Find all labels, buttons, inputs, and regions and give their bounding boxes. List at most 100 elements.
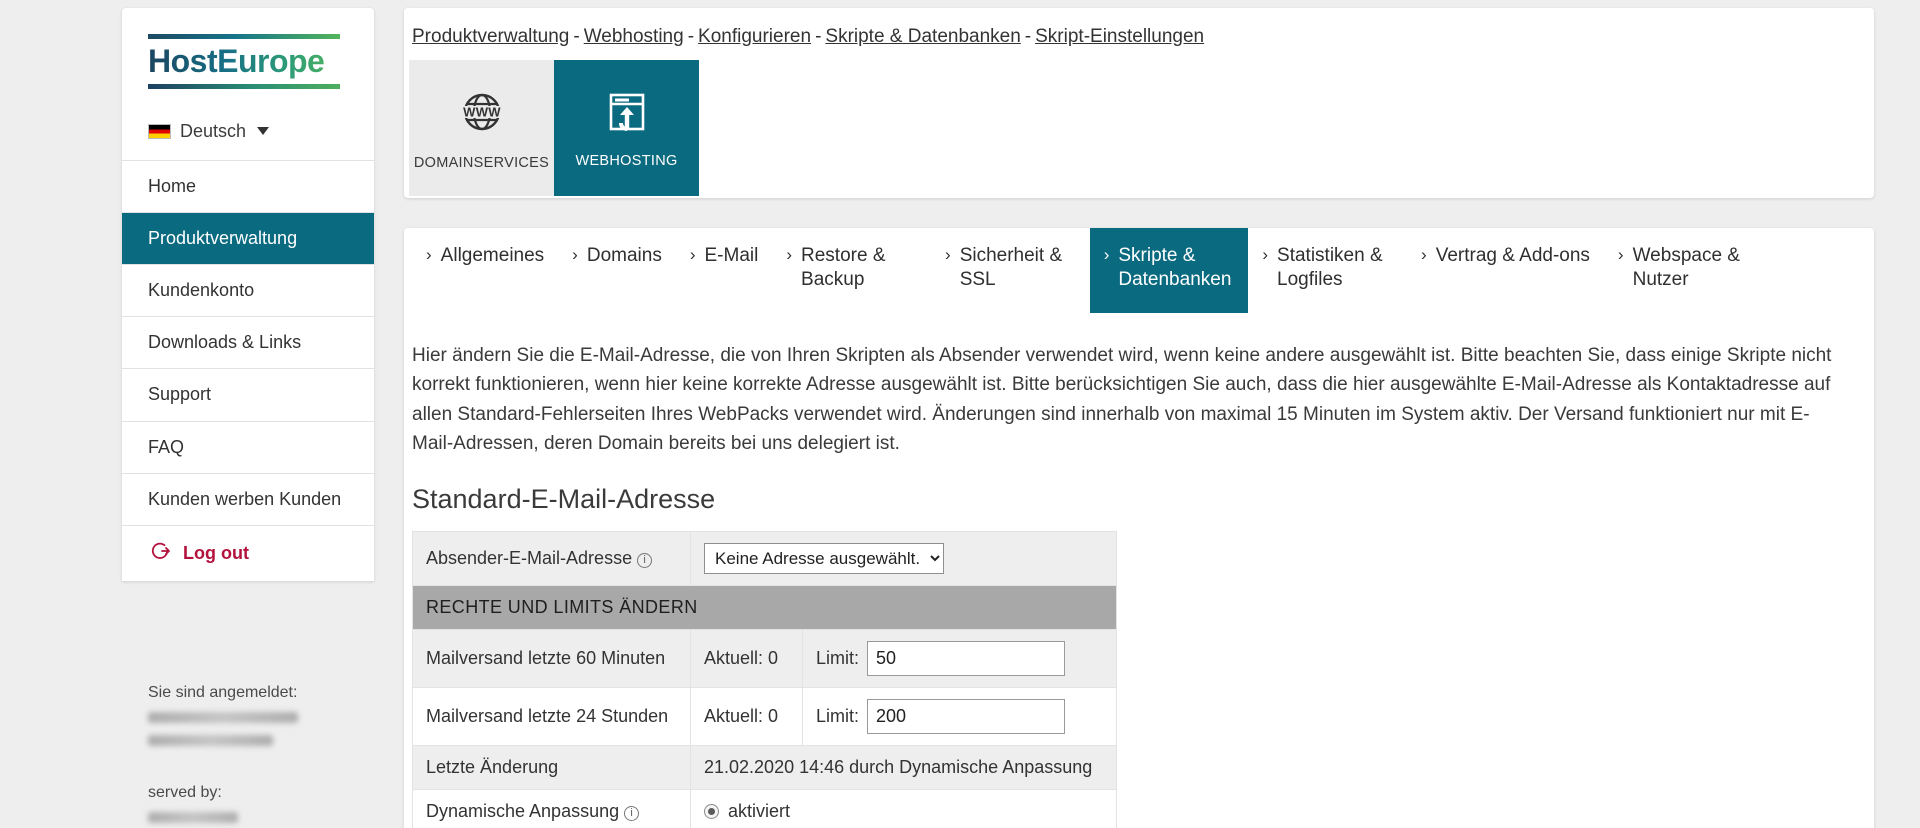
sidebar-footer: Sie sind angemeldet: served by: [122,650,374,828]
sender-address-value-cell: Keine Adresse ausgewählt... [690,531,1117,587]
logout-label: Log out [183,542,249,563]
page-title: Standard-E-Mail-Adresse [412,484,716,515]
language-label: Deutsch [180,120,247,141]
breadcrumb-item-skripte-datenbanken[interactable]: Skripte & Datenbanken [825,26,1020,47]
sidebar-item-produktverwaltung[interactable]: Produktverwaltung [122,211,374,265]
breadcrumb-item-webhosting[interactable]: Webhosting [584,26,684,47]
subtab-allgemeines[interactable]: › Allgemeines [412,228,558,304]
subtab-restore-backup-label: Restore & Backup [801,245,886,291]
chevron-right-icon: › [689,245,696,264]
chevron-right-icon: › [572,245,578,264]
app-root: HostEurope Deutsch Home Produktverwaltun… [0,0,1920,828]
sidebar-item-home[interactable]: Home [122,159,374,212]
chevron-right-icon: › [945,245,951,264]
table-band-header: RECHTE UND LIMITS ÄNDERN [412,585,1117,631]
sidebar-item-faq[interactable]: FAQ [122,420,374,473]
logout-button[interactable]: Log out [122,524,374,581]
subtab-email[interactable]: › E-Mail [676,228,773,304]
redacted-customer-id [148,735,273,746]
limit-60min-input[interactable] [867,641,1066,677]
subtab-restore-backup[interactable]: › Restore & Backup [772,228,931,313]
sender-address-label: Absender-E-Mail-Adresse [426,548,633,569]
dynamic-adjustment-label-cell: Dynamische Anpassung i [412,789,691,828]
subtab-sicherheit-ssl-label: Sicherheit & SSL [959,245,1063,291]
breadcrumb-separator: - [1024,26,1032,47]
german-flag-icon [148,123,171,139]
subtab-webspace-nutzer-label: Webspace & Nutzer [1632,245,1740,291]
radio-button-icon[interactable] [704,804,719,820]
sidebar-item-support[interactable]: Support [122,368,374,420]
breadcrumb-separator: - [815,26,822,47]
last-change-value: 21.02.2020 14:46 durch Dynamische Anpass… [690,745,1117,791]
subtab-email-label: E-Mail [704,245,759,266]
subtab-vertrag-addons-label: Vertrag & Add-ons [1435,245,1590,266]
limit-24h-current: Aktuell: 0 [690,687,803,747]
info-icon[interactable]: i [637,553,653,569]
brand-logo[interactable]: HostEurope [122,8,374,107]
sidebar: HostEurope Deutsch Home Produktverwaltun… [122,8,374,581]
radio-option-aktiviert[interactable]: aktiviert [704,801,1103,822]
tab-domainservices[interactable]: WWW DOMAINSERVICES [409,60,554,196]
subtab-sicherheit-ssl[interactable]: › Sicherheit & SSL [931,228,1090,313]
info-icon[interactable]: i [624,806,640,822]
subtab-skripte-datenbanken-label: Skripte & Datenbanken [1118,245,1232,291]
limit-24h-input-label: Limit: [816,706,860,727]
language-selector[interactable]: Deutsch [122,107,374,160]
table-row: Mailversand letzte 60 Minuten Aktuell: 0… [412,629,1117,689]
breadcrumb-item-skript-einstellungen[interactable]: Skript-Einstellungen [1035,26,1204,47]
top-card: Produktverwaltung - Webhosting - Konfigurier… [404,8,1874,198]
www-globe-icon: WWW [456,86,508,141]
tab-webhosting-label: WEBHOSTING [575,152,678,169]
svg-text:WWW: WWW [463,104,501,119]
limit-60min-current: Aktuell: 0 [690,629,803,689]
browser-upload-icon [603,88,651,139]
limit-60min-input-cell: Limit: [802,629,1117,689]
dynamic-adjustment-options-cell: aktiviert [690,789,1117,828]
subtab-domains[interactable]: › Domains [558,228,676,304]
limit-60min-label: Mailversand letzte 60 Minuten [412,629,691,689]
subtab-domains-label: Domains [586,245,662,266]
breadcrumb-item-konfigurieren[interactable]: Konfigurieren [698,26,811,47]
limit-24h-label: Mailversand letzte 24 Stunden [412,687,691,747]
limit-60min-input-label: Limit: [816,648,860,669]
sidebar-item-downloads-links[interactable]: Downloads & Links [122,316,374,368]
chevron-right-icon: › [786,245,793,264]
dynamic-adjustment-label: Dynamische Anpassung [426,801,620,822]
table-row-last-change: Letzte Änderung 21.02.2020 14:46 durch D… [412,745,1117,791]
chevron-right-icon: › [1617,245,1624,264]
breadcrumb: Produktverwaltung - Webhosting - Konfigurier… [404,8,1874,48]
table-row-sender-address: Absender-E-Mail-Adresse i Keine Adresse a… [412,531,1117,587]
subtab-statistiken-logfiles[interactable]: › Statistiken & Logfiles [1248,228,1407,313]
chevron-down-icon [257,127,270,136]
intro-paragraph: Hier ändern Sie die E-Mail-Adresse, die … [412,344,1832,454]
settings-table: Absender-E-Mail-Adresse i Keine Adresse a… [412,531,1117,828]
band-header-label: RECHTE UND LIMITS ÄNDERN [412,585,1117,631]
limit-24h-input[interactable] [867,699,1066,735]
chevron-right-icon: › [1103,245,1110,264]
subtab-vertrag-addons[interactable]: › Vertrag & Add-ons [1407,228,1604,304]
redacted-username [148,712,298,723]
product-tabs: WWW DOMAINSERVICES WEBHOSTING [404,60,1874,196]
table-row-dynamic-adjustment: Dynamische Anpassung i aktiviert [412,789,1117,828]
sidebar-item-kundenkonto[interactable]: Kundenkonto [122,264,374,316]
redacted-server-name [148,812,238,823]
breadcrumb-separator: - [687,26,695,47]
logged-in-label: Sie sind angemeldet: [148,684,298,701]
subtab-allgemeines-label: Allgemeines [440,245,545,266]
sender-address-select[interactable]: Keine Adresse ausgewählt... [704,543,944,575]
logo-text: HostEurope [148,39,348,84]
logo-bottom-bar [148,83,340,89]
breadcrumb-separator: - [573,26,580,47]
subtab-skripte-datenbanken[interactable]: › Skripte & Datenbanken [1089,228,1249,313]
subtab-webspace-nutzer[interactable]: › Webspace & Nutzer [1604,228,1763,313]
limit-24h-input-cell: Limit: [802,687,1117,747]
table-row: Mailversand letzte 24 Stunden Aktuell: 0… [412,687,1117,747]
radio-option-aktiviert-label: aktiviert [728,801,791,822]
sidebar-item-kunden-werben-kunden[interactable]: Kunden werben Kunden [122,472,374,525]
chevron-right-icon: › [1421,245,1427,264]
tab-domainservices-label: DOMAINSERVICES [413,154,550,171]
breadcrumb-item-produktverwaltung[interactable]: Produktverwaltung [412,26,569,47]
chevron-right-icon: › [1262,245,1269,264]
tab-webhosting[interactable]: WEBHOSTING [554,60,699,196]
